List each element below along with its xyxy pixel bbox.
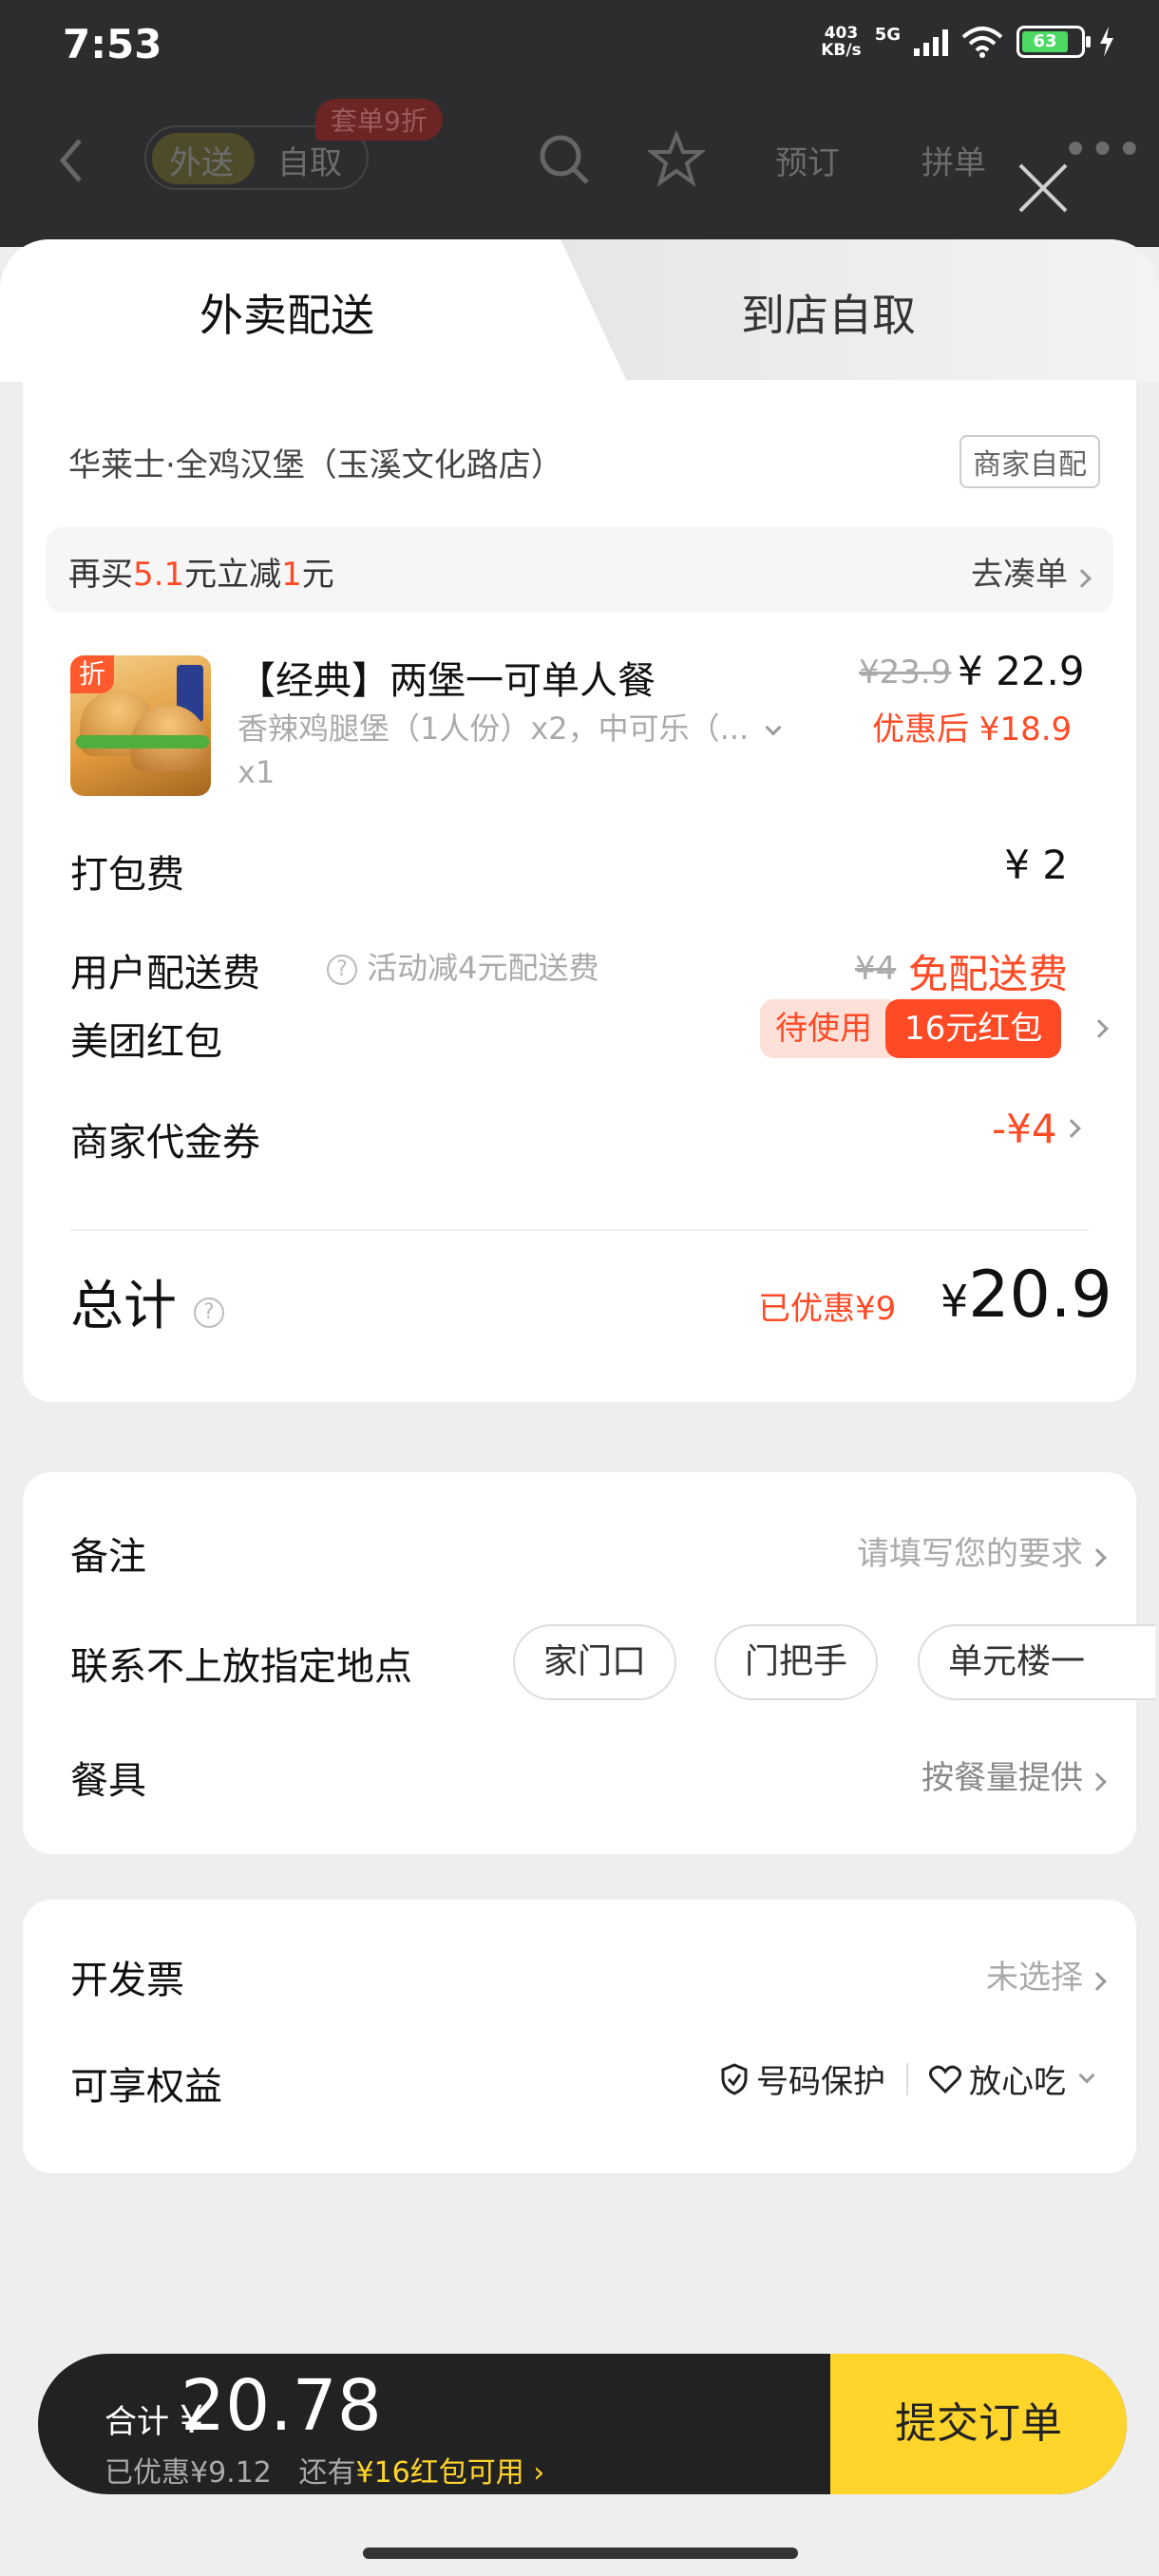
bg-group: 拼单 [922, 144, 986, 182]
redpacket-label: 美团红包 [70, 1020, 222, 1064]
invoice-field[interactable]: 未选择 [986, 1951, 1107, 1998]
tab-bar: 到店自取 外卖配送 [0, 239, 1159, 382]
contact-label: 联系不上放指定地点 [70, 1645, 412, 1689]
bg-badge: 套单9折 [315, 99, 443, 141]
chevron-down-icon [1078, 2067, 1095, 2083]
cutlery-field[interactable]: 按餐量提供 [922, 1752, 1107, 1798]
back-icon [59, 139, 82, 182]
star-icon [648, 131, 705, 187]
redpacket-value: 16元红包 [885, 999, 1062, 1058]
delivery-fee-label: 用户配送费 [70, 952, 260, 995]
bg-tab-delivery: 外送 [169, 144, 234, 182]
network-label: 5G [874, 25, 901, 45]
pay-total-value: 20.78 [180, 2365, 382, 2447]
store-tag: 商家自配 [960, 435, 1100, 488]
battery-icon: 63 [1016, 26, 1091, 58]
order-sheet: 到店自取 外卖配送 华莱士·全鸡汉堡（玉溪文化路店） 商家自配 再买5.1元立减… [0, 239, 1159, 2576]
delivery-fee-old: ¥4 [855, 950, 897, 988]
voucher-label: 商家代金券 [70, 1121, 260, 1165]
chevron-right-icon [1073, 569, 1092, 588]
tab-pickup-label: 到店自取 [741, 290, 916, 341]
benefits-list[interactable]: 号码保护 放心吃 [720, 2055, 1095, 2102]
packing-fee-label: 打包费 [70, 853, 184, 897]
contact-option-handle[interactable]: 门把手 [714, 1624, 879, 1700]
close-icon[interactable] [1018, 163, 1068, 213]
wifi-icon [961, 27, 1003, 58]
chevron-right-icon [1088, 1772, 1107, 1791]
total-label: 总计 ? [70, 1263, 224, 1340]
bg-reserve: 预订 [775, 144, 840, 182]
help-icon: ? [193, 1297, 224, 1328]
heart-icon [929, 2065, 961, 2093]
discount-badge: 折 [70, 655, 114, 693]
promo-text: 再买5.1元立减1元 [68, 556, 334, 594]
item-price-after: 优惠后 ¥18.9 [872, 710, 1073, 748]
checkout-bar: 合计 ¥ 20.78 已优惠¥9.12 还有¥16红包可用 › 提交订单 [38, 2354, 1127, 2494]
status-bar: 7:53 403 KB/s 5G 63 [0, 0, 1159, 95]
more-icon: ••• [1062, 123, 1143, 177]
delivery-fee-note[interactable]: ? 活动减4元配送费 [327, 944, 599, 988]
benefit-safe-eat: 放心吃 [969, 2063, 1066, 2101]
status-time: 7:53 [63, 21, 162, 67]
redpacket-selector[interactable]: 待使用 16元红包 [760, 999, 1062, 1058]
invoice-label: 开发票 [70, 1959, 184, 2002]
chevron-right-icon [1090, 1019, 1109, 1038]
add-items-link[interactable]: 去凑单 [971, 548, 1092, 595]
order-card: 华莱士·全鸡汉堡（玉溪文化路店） 商家自配 再买5.1元立减1元 去凑单 折 【… [23, 380, 1136, 1402]
promo-bar[interactable]: 再买5.1元立减1元 去凑单 [46, 527, 1113, 613]
net-speed: 403 KB/s [821, 24, 862, 60]
store-name: 华莱士·全鸡汉堡（玉溪文化路店） [68, 446, 563, 484]
status-icons: 403 KB/s 5G 63 [821, 25, 1115, 59]
shield-icon [721, 2062, 748, 2095]
chevron-right-icon [1088, 1972, 1107, 1991]
tab-delivery[interactable]: 外卖配送 [0, 239, 627, 382]
item-price: ¥ 22.9 [958, 648, 1085, 694]
voucher-value[interactable]: -¥4 [992, 1106, 1081, 1152]
divider [70, 1229, 1089, 1231]
item-qty: x1 [238, 754, 276, 790]
cutlery-label: 餐具 [70, 1759, 146, 1803]
benefits-label: 可享权益 [70, 2065, 222, 2109]
charging-icon [1100, 27, 1113, 57]
background-page-header: 外送 自取 套单9折 预订 拼单 ••• [0, 95, 1159, 247]
search-icon [540, 135, 589, 184]
delivery-fee-free: 免配送费 [908, 951, 1069, 997]
chevron-down-icon [765, 719, 782, 736]
redpacket-status: 待使用 [760, 999, 891, 1058]
item-price-old: ¥23.9 [859, 653, 952, 691]
home-indicator [363, 2548, 798, 2559]
invoice-card [23, 1900, 1136, 2173]
contact-option-building[interactable]: 单元楼一 [918, 1624, 1155, 1700]
chevron-right-icon [1061, 1119, 1081, 1138]
submit-order-button[interactable]: 提交订单 [830, 2354, 1127, 2494]
packing-fee-value: ¥ 2 [1004, 842, 1068, 888]
tab-delivery-label: 外卖配送 [200, 290, 374, 341]
total-value: ¥20.9 [940, 1258, 1112, 1333]
signal-icon [914, 28, 948, 56]
total-saved: 已优惠¥9 [758, 1290, 897, 1328]
contact-option-door[interactable]: 家门口 [513, 1624, 677, 1700]
remarks-label: 备注 [70, 1535, 146, 1579]
pay-saved[interactable]: 已优惠¥9.12 还有¥16红包可用 › [104, 2449, 544, 2491]
help-icon: ? [327, 955, 357, 985]
item-desc[interactable]: 香辣鸡腿堡（1人份）x2，中可乐（... [238, 705, 782, 748]
chevron-right-icon [1088, 1548, 1107, 1567]
item-name: 【经典】两堡一可单人餐 [238, 659, 656, 703]
bg-tab-pickup: 自取 [277, 144, 342, 182]
remarks-field[interactable]: 请填写您的要求 [857, 1527, 1107, 1574]
benefit-number-protect: 号码保护 [756, 2063, 885, 2101]
